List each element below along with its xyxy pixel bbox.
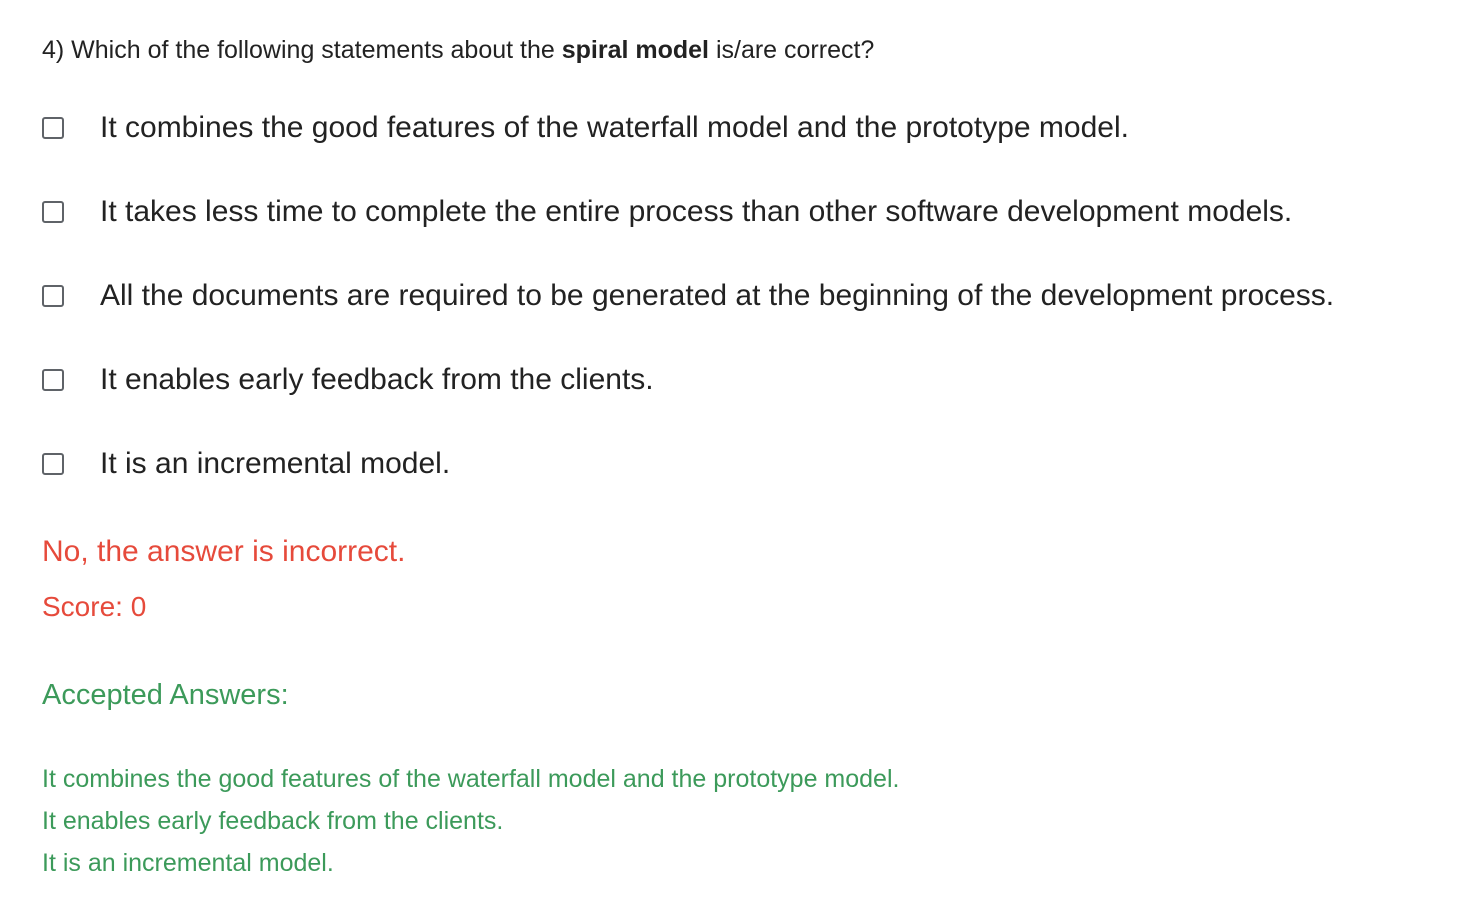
score-text: Score: 0	[42, 591, 147, 622]
option-label: All the documents are required to be gen…	[100, 279, 1335, 312]
option-label: It is an incremental model.	[100, 447, 451, 480]
accepted-answers-title: Accepted Answers:	[42, 679, 289, 711]
checkbox[interactable]	[42, 453, 64, 475]
option-3[interactable]: All the documents are required to be gen…	[42, 276, 1334, 316]
accepted-answer: It enables early feedback from the clien…	[42, 807, 504, 835]
feedback-message: No, the answer is incorrect.	[42, 535, 406, 568]
question-suffix: is/are correct?	[709, 36, 875, 64]
checkbox[interactable]	[42, 201, 64, 223]
option-2[interactable]: It takes less time to complete the entir…	[42, 192, 1334, 232]
accepted-answer: It combines the good features of the wat…	[42, 765, 900, 793]
options-list: It combines the good features of the wat…	[42, 108, 1334, 528]
accepted-answer: It is an incremental model.	[42, 849, 334, 877]
accepted-answers-list: It combines the good features of the wat…	[42, 758, 899, 884]
question-prefix: 4) Which of the following statements abo…	[42, 36, 562, 64]
option-4[interactable]: It enables early feedback from the clien…	[42, 360, 1334, 400]
option-label: It combines the good features of the wat…	[100, 111, 1129, 144]
option-5[interactable]: It is an incremental model.	[42, 444, 1334, 484]
question-text: 4) Which of the following statements abo…	[42, 34, 874, 66]
question-emphasis: spiral model	[561, 36, 709, 64]
checkbox[interactable]	[42, 369, 64, 391]
option-label: It takes less time to complete the entir…	[100, 195, 1293, 228]
checkbox[interactable]	[42, 117, 64, 139]
option-1[interactable]: It combines the good features of the wat…	[42, 108, 1334, 148]
checkbox[interactable]	[42, 285, 64, 307]
option-label: It enables early feedback from the clien…	[100, 363, 654, 396]
